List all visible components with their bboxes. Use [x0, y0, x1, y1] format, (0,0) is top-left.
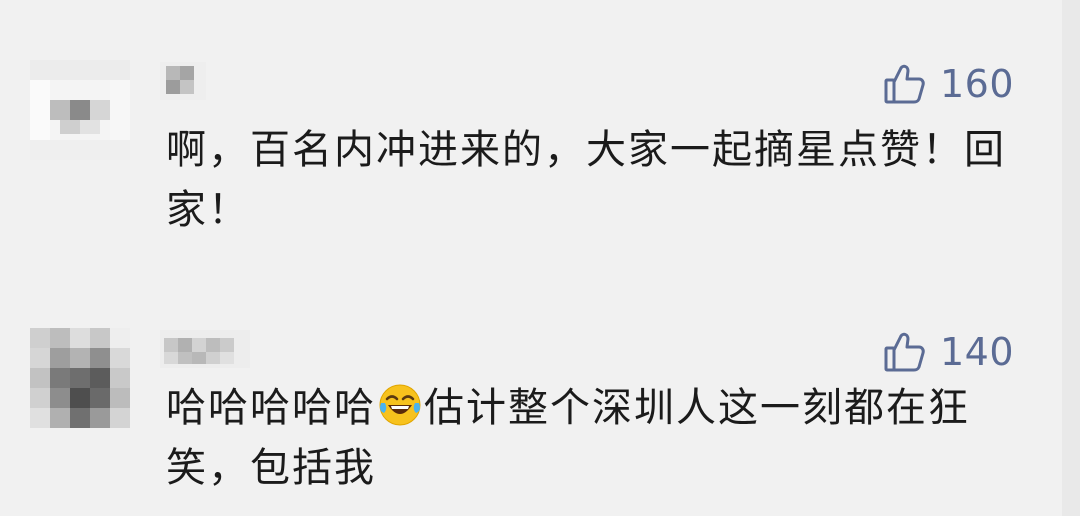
comment-text-part: 哈哈哈哈哈 — [166, 385, 376, 431]
comment-text: 哈哈哈哈哈 估计整个深圳人这一刻都在狂笑，包括我 — [166, 378, 1016, 498]
like-count: 140 — [939, 330, 1014, 374]
avatar[interactable] — [30, 60, 130, 160]
nickname-blurred[interactable] — [160, 330, 250, 368]
tears-of-joy-emoji-icon — [378, 383, 422, 427]
like-button[interactable]: 140 — [882, 328, 1014, 376]
avatar[interactable] — [30, 328, 130, 428]
comment-item: 160 啊，百名内冲进来的，大家一起摘星点赞！回家！ — [0, 52, 1062, 282]
nickname-blurred[interactable] — [160, 62, 206, 100]
comment-item: 140 哈哈哈哈哈 估计整个深圳人这一刻都在狂笑，包括我 — [0, 320, 1062, 516]
comment-text: 啊，百名内冲进来的，大家一起摘星点赞！回家！ — [166, 127, 1006, 233]
like-button[interactable]: 160 — [882, 60, 1014, 108]
right-edge-strip — [1062, 0, 1080, 516]
thumbs-up-icon — [882, 62, 926, 106]
like-count: 160 — [939, 62, 1014, 106]
thumbs-up-icon — [882, 330, 926, 374]
